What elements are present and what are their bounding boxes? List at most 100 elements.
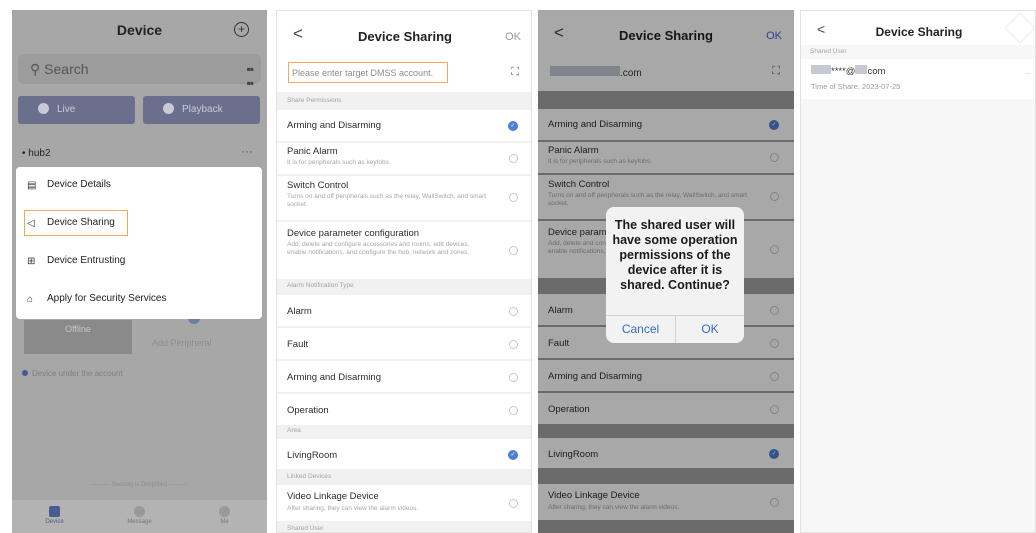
radio-icon[interactable] (509, 340, 518, 349)
section-linked: Linked Devices (287, 473, 332, 480)
playback-button[interactable]: Playback (143, 96, 260, 124)
grid-view-icon[interactable]: ▪▪ ▪▪ (246, 62, 253, 90)
row-title: Fault (287, 339, 309, 350)
menu-item-device-entrusting[interactable]: ⊞ Device Entrusting (16, 243, 262, 281)
more-icon[interactable]: ·· (1026, 69, 1031, 78)
radio-icon[interactable] (509, 193, 518, 202)
radio-icon[interactable] (509, 154, 518, 163)
perm-switch[interactable]: Switch Control Turns on and off peripher… (277, 176, 531, 220)
page-title: Device Sharing (358, 29, 452, 44)
section-shared-user: Shared User (810, 48, 847, 55)
perm-arming[interactable]: Arming and Disarming ✓ (277, 110, 531, 141)
arming-row[interactable]: Arming and Disarming (277, 361, 531, 392)
info-icon: ▤ (27, 180, 37, 191)
header: < Device Sharing OK (277, 11, 531, 61)
add-peripheral-button[interactable]: Add Peripheral (152, 338, 212, 348)
tab-bar: Device Message Me (12, 500, 267, 533)
me-tab-icon (219, 506, 230, 517)
perm-panic[interactable]: Panic Alarm It is for peripherals such a… (277, 143, 531, 174)
radio-icon[interactable] (509, 307, 518, 316)
tab-device[interactable]: Device (12, 500, 97, 533)
tab-label: Message (127, 519, 152, 525)
section-shared-user: Shared User (287, 525, 324, 532)
row-title: Device parameter configuration (287, 228, 420, 239)
row-desc: Turns on and off peripherals such as the… (287, 193, 487, 208)
hub-name[interactable]: • hub2 (22, 148, 51, 159)
tab-me[interactable]: Me (182, 500, 267, 533)
device-under-account: Device under the account (22, 369, 123, 378)
radio-icon[interactable] (509, 406, 518, 415)
checked-icon[interactable]: ✓ (508, 450, 518, 460)
checked-icon[interactable]: ✓ (508, 121, 518, 131)
row-title: LivingRoom (287, 450, 338, 461)
security-footer: ——— Security is Dimplified ——— (91, 482, 188, 488)
radio-icon[interactable] (509, 373, 518, 382)
menu-item-device-sharing[interactable]: ◁ Device Sharing (16, 205, 262, 243)
row-title: Arming and Disarming (287, 372, 381, 383)
section-share-permissions: Share Permissions (287, 97, 342, 104)
row-desc: Add, delete and configure accessories an… (287, 241, 470, 256)
more-icon[interactable]: ··· (241, 144, 253, 158)
alarm-row[interactable]: Alarm (277, 295, 531, 326)
info-dot-icon (22, 370, 28, 376)
shared-user-row[interactable]: ****@ com Time of Share: 2023-07-25 ·· (801, 59, 1035, 99)
menu-item-label: Device Entrusting (47, 255, 126, 266)
tab-label: Device (45, 519, 64, 525)
menu-item-label: Device Details (47, 179, 111, 190)
dialog-message: The shared user will have some operation… (612, 218, 738, 292)
context-menu: ▤ Device Details ◁ Device Sharing ⊞ Devi… (16, 167, 262, 319)
cancel-button[interactable]: Cancel (606, 322, 675, 336)
redacted-email (811, 65, 831, 74)
section-area: Area (287, 427, 301, 434)
menu-item-security-services[interactable]: ⌂ Apply for Security Services (16, 281, 262, 319)
scan-icon[interactable]: ⛶ (511, 66, 519, 79)
row-title: Switch Control (287, 180, 349, 191)
tv-icon (38, 102, 49, 114)
tab-message[interactable]: Message (97, 500, 182, 533)
search-placeholder: ⚲ Search (30, 61, 89, 77)
video-linkage-row[interactable]: Video Linkage Device After sharing, they… (277, 485, 531, 521)
account-input-row: Please enter target DMSS account. ⛶ (277, 58, 531, 92)
offline-device-card[interactable]: Offline (24, 320, 132, 354)
page-title: Device Sharing (875, 25, 963, 39)
operation-row[interactable]: Operation (277, 394, 531, 425)
redacted-domain (855, 65, 868, 74)
account-input[interactable]: Please enter target DMSS account. (288, 62, 448, 83)
livingroom-row[interactable]: LivingRoom ✓ (277, 439, 531, 469)
offline-label: Offline (65, 324, 91, 334)
row-desc: It is for peripherals such as keyfobs. (287, 159, 391, 166)
row-title: Alarm (287, 306, 312, 317)
header: < Device Sharing (801, 11, 1035, 45)
fault-row[interactable]: Fault (277, 328, 531, 359)
shared-user-screen: < Device Sharing Shared User ****@ com Ti… (800, 10, 1036, 533)
perm-param-config[interactable]: Device parameter configuration Add, dele… (277, 222, 531, 279)
entrust-icon: ⊞ (27, 256, 36, 267)
menu-item-label: Apply for Security Services (47, 293, 167, 304)
share-icon: ◁ (27, 218, 35, 229)
clock-icon (163, 102, 174, 114)
row-title: Operation (287, 405, 329, 416)
ok-button[interactable]: OK (505, 31, 521, 43)
confirm-ok-button[interactable]: OK (676, 322, 744, 336)
radio-icon[interactable] (509, 246, 518, 255)
radio-icon[interactable] (509, 499, 518, 508)
row-title: Panic Alarm (287, 146, 338, 157)
device-sharing-confirm-screen: < Device Sharing OK .com ⛶ Share Permiss… (538, 10, 794, 533)
message-tab-icon (134, 506, 145, 517)
row-desc: After sharing, they can view the alarm v… (287, 505, 419, 512)
device-sharing-screen: < Device Sharing OK Please enter target … (276, 10, 532, 533)
menu-item-label: Device Sharing (47, 217, 115, 228)
plus-circle-icon[interactable]: + (234, 22, 249, 37)
row-title: Video Linkage Device (287, 491, 379, 502)
device-list-screen: Device + ⚲ Search ▪▪ ▪▪ Live Playback • h… (12, 10, 267, 533)
row-title: Arming and Disarming (287, 120, 381, 131)
device-tab-icon (49, 506, 60, 517)
time-of-share: Time of Share: 2023-07-25 (811, 82, 901, 91)
live-button[interactable]: Live (18, 96, 135, 124)
search-input[interactable]: ⚲ Search ▪▪ ▪▪ (18, 54, 261, 90)
tab-label: Me (220, 519, 229, 525)
confirm-dialog: The shared user will have some operation… (606, 207, 744, 343)
menu-item-device-details[interactable]: ▤ Device Details (16, 167, 262, 205)
section-alarm-type: Alarm Notification Type (287, 282, 354, 289)
security-icon: ⌂ (27, 294, 34, 305)
